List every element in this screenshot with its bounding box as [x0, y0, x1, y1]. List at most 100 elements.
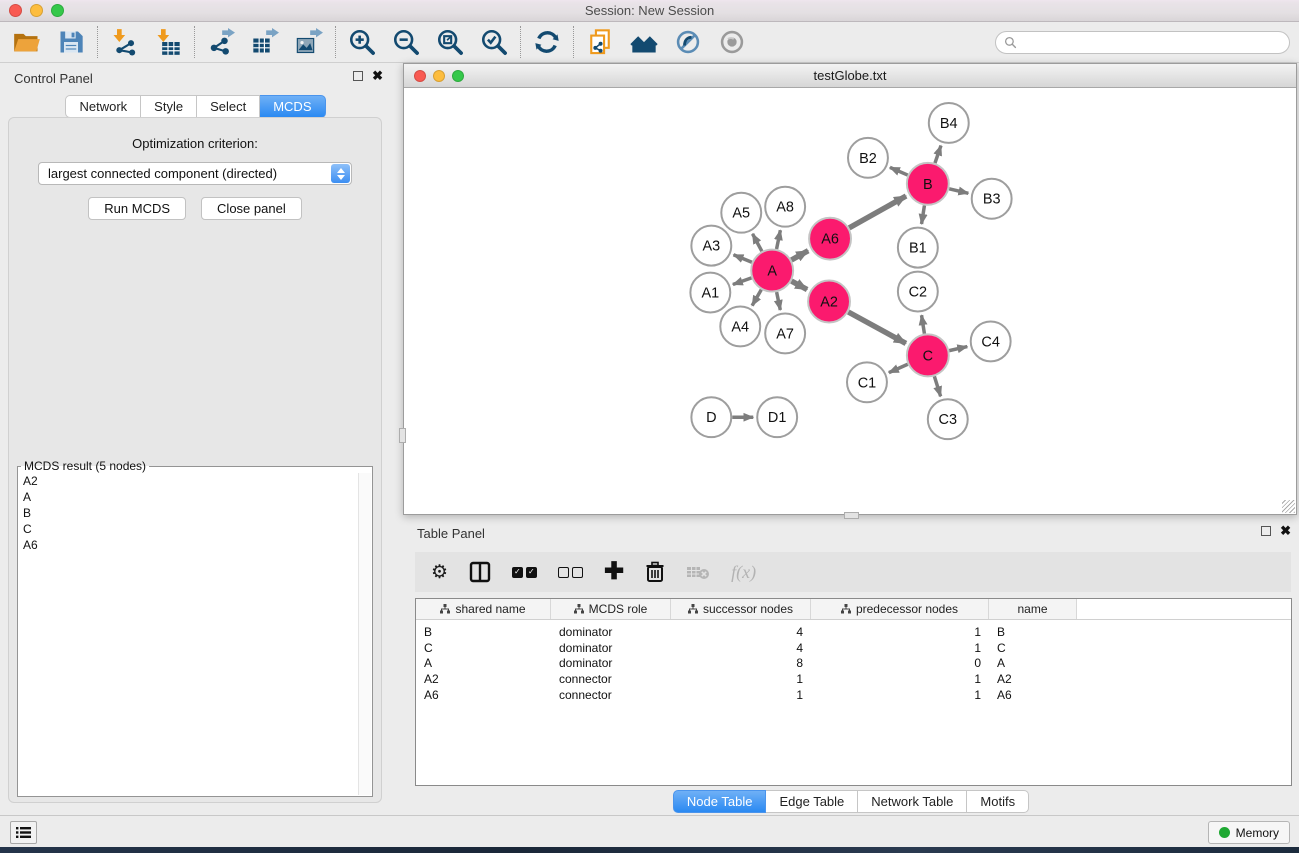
table-row[interactable]: Adominator80A [416, 655, 1291, 671]
export-image-icon[interactable] [294, 27, 324, 57]
network-canvas[interactable]: B4 B2 B B3 A8A5 A6 A3 B1 A A1 C2 A2 A4A7 C4 C C1 C3 D D1 [404, 89, 1296, 514]
graph-node-b4[interactable]: B4 [929, 103, 969, 143]
canvas-left-grip[interactable] [399, 428, 406, 443]
graph-node-c4[interactable]: C4 [971, 321, 1011, 361]
graph-edge-a-a4[interactable] [752, 290, 761, 306]
float-table-panel-icon[interactable] [1261, 526, 1271, 536]
graph-edge-a-a2[interactable] [791, 281, 807, 290]
float-panel-icon[interactable] [353, 71, 363, 81]
column-header-mcds-role[interactable]: MCDS role [551, 599, 671, 619]
close-panel-button[interactable]: Close panel [201, 197, 302, 220]
mcds-result-item[interactable]: A [19, 489, 358, 505]
task-history-button[interactable] [10, 821, 37, 844]
deselect-all-icon[interactable] [558, 560, 583, 584]
graph-edge-a6-b[interactable] [849, 196, 906, 228]
result-list-scrollbar[interactable] [358, 473, 371, 795]
graph-node-d[interactable]: D [691, 397, 731, 437]
graph-node-c1[interactable]: C1 [847, 362, 887, 402]
graph-node-b2[interactable]: B2 [848, 138, 888, 178]
graph-node-a4[interactable]: A4 [720, 306, 760, 346]
search-box[interactable] [995, 31, 1290, 54]
column-visibility-icon[interactable] [469, 560, 491, 584]
graph-node-c3[interactable]: C3 [928, 399, 968, 439]
graph-node-c[interactable]: C [907, 334, 949, 376]
graph-edge-c-c3[interactable] [934, 376, 940, 396]
tab-network[interactable]: Network [65, 95, 141, 118]
network-close-button[interactable] [414, 70, 426, 82]
search-input[interactable] [1022, 36, 1281, 50]
mcds-result-item[interactable]: A2 [19, 473, 358, 489]
table-row[interactable]: A2connector11A2 [416, 671, 1291, 687]
close-panel-icon[interactable]: ✖ [372, 71, 383, 81]
graph-node-b1[interactable]: B1 [898, 228, 938, 268]
graph-node-d1[interactable]: D1 [757, 397, 797, 437]
hide-graphics-details-icon[interactable] [673, 27, 703, 57]
network-window-titlebar[interactable]: testGlobe.txt [404, 64, 1296, 88]
graph-node-a1[interactable]: A1 [690, 273, 730, 313]
import-table-icon[interactable] [153, 27, 183, 57]
column-header-shared-name[interactable]: shared name [416, 599, 551, 619]
select-all-icon[interactable] [512, 560, 537, 584]
minimize-window-button[interactable] [30, 4, 43, 17]
graph-edge-b-b2[interactable] [890, 167, 908, 175]
optimization-criterion-select[interactable]: largest connected component (directed) [38, 162, 352, 185]
graph-edge-b-b1[interactable] [922, 205, 925, 224]
maximize-window-button[interactable] [51, 4, 64, 17]
zoom-in-icon[interactable] [347, 27, 377, 57]
graph-node-a[interactable]: A [751, 250, 793, 292]
graph-edge-a-a1[interactable] [733, 278, 752, 285]
graph-edge-a-a7[interactable] [777, 292, 781, 310]
refresh-icon[interactable] [532, 27, 562, 57]
graph-edge-c-c1[interactable] [889, 364, 908, 372]
graph-node-a2[interactable]: A2 [808, 281, 850, 323]
table-row[interactable]: A6connector11A6 [416, 687, 1291, 703]
run-mcds-button[interactable]: Run MCDS [88, 197, 186, 220]
add-column-icon[interactable]: ✚ [604, 560, 624, 584]
export-table-icon[interactable] [250, 27, 280, 57]
graph-edge-c-c4[interactable] [949, 347, 967, 351]
mcds-result-item[interactable]: B [19, 505, 358, 521]
tab-edge-table[interactable]: Edge Table [766, 790, 858, 813]
mcds-result-item[interactable]: A6 [19, 537, 358, 553]
close-table-panel-icon[interactable]: ✖ [1280, 526, 1291, 536]
open-session-icon[interactable] [12, 27, 42, 57]
show-hide-eye-icon[interactable] [717, 27, 747, 57]
clone-network-icon[interactable] [585, 27, 615, 57]
tab-node-table[interactable]: Node Table [673, 790, 767, 813]
zoom-out-icon[interactable] [391, 27, 421, 57]
delete-column-icon[interactable] [645, 560, 665, 584]
export-network-icon[interactable] [206, 27, 236, 57]
graph-node-b[interactable]: B [907, 163, 949, 205]
graph-edge-c-c2[interactable] [922, 315, 925, 334]
import-network-icon[interactable] [109, 27, 139, 57]
close-window-button[interactable] [9, 4, 22, 17]
table-options-gear-icon[interactable]: ⚙ [431, 560, 448, 584]
graph-node-a6[interactable]: A6 [809, 218, 851, 260]
column-header-predecessor-nodes[interactable]: predecessor nodes [811, 599, 989, 619]
network-graph[interactable]: B4 B2 B B3 A8A5 A6 A3 B1 A A1 C2 A2 A4A7 C4 C C1 C3 D D1 [404, 89, 1296, 514]
graph-node-c2[interactable]: C2 [898, 272, 938, 312]
tab-network-table[interactable]: Network Table [858, 790, 967, 813]
table-row[interactable]: Bdominator41B [416, 624, 1291, 640]
network-minimize-button[interactable] [433, 70, 445, 82]
graph-node-b3[interactable]: B3 [972, 179, 1012, 219]
tab-motifs[interactable]: Motifs [967, 790, 1029, 813]
graph-node-a8[interactable]: A8 [765, 187, 805, 227]
graph-node-a5[interactable]: A5 [721, 193, 761, 233]
column-header-successor-nodes[interactable]: successor nodes [671, 599, 811, 619]
graph-edge-b-b3[interactable] [949, 189, 968, 193]
window-resize-grip[interactable] [1282, 500, 1295, 513]
table-row[interactable]: Cdominator41C [416, 640, 1291, 656]
graph-edge-a-a5[interactable] [753, 234, 762, 251]
tab-select[interactable]: Select [197, 95, 260, 118]
tab-mcds[interactable]: MCDS [260, 95, 325, 118]
graph-node-a3[interactable]: A3 [691, 226, 731, 266]
graph-edge-a-a3[interactable] [733, 255, 751, 263]
graph-node-a7[interactable]: A7 [765, 313, 805, 353]
network-maximize-button[interactable] [452, 70, 464, 82]
memory-button[interactable]: Memory [1208, 821, 1290, 844]
save-session-icon[interactable] [56, 27, 86, 57]
graph-edge-a-a6[interactable] [791, 251, 808, 260]
graph-edge-b-b4[interactable] [935, 146, 941, 163]
column-header-name[interactable]: name [989, 599, 1077, 619]
